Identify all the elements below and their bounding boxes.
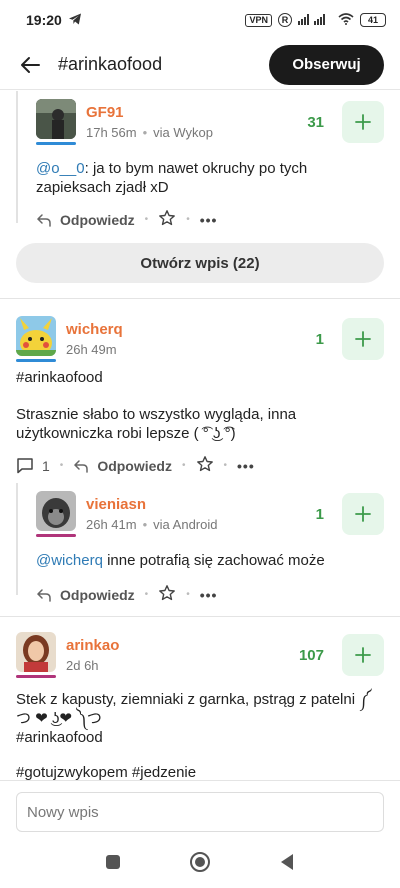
comment-vieniasn: vieniasn 26h 41m • via Android 1 @wicherq … bbox=[16, 483, 384, 603]
via-source: via Wykop bbox=[153, 125, 214, 140]
via-source: via Android bbox=[153, 517, 218, 532]
post-meta: 26h 49m bbox=[66, 342, 123, 357]
timestamp[interactable]: 26h 41m bbox=[86, 517, 137, 532]
app-header: #arinkaofood Obserwuj bbox=[0, 40, 400, 90]
upvote-button[interactable] bbox=[342, 634, 384, 676]
comment-actions: Odpowiedz • • ••• bbox=[36, 584, 384, 605]
reply-label: Odpowiedz bbox=[60, 586, 135, 603]
username[interactable]: wicherq bbox=[66, 321, 123, 338]
reply-icon bbox=[74, 459, 89, 473]
comment-body: inne potrafią się zachować może bbox=[102, 552, 325, 569]
battery-icon: 41 bbox=[360, 13, 386, 27]
avatar-wrap bbox=[36, 99, 76, 145]
username[interactable]: vieniasn bbox=[86, 496, 217, 513]
timestamp[interactable]: 2d 6h bbox=[66, 658, 99, 673]
comment-gf91: GF91 17h 56m • via Wykop 31 @o__0: ja to b… bbox=[16, 91, 384, 228]
comment-meta: 17h 56m • via Wykop bbox=[86, 125, 214, 140]
upvote-button[interactable] bbox=[342, 493, 384, 535]
back-arrow-icon[interactable] bbox=[18, 53, 42, 77]
wifi-icon bbox=[338, 12, 354, 28]
comment-icon bbox=[17, 458, 33, 474]
page-title: #arinkaofood bbox=[58, 54, 163, 74]
timestamp[interactable]: 26h 49m bbox=[66, 342, 117, 357]
comment-text: @o__0: ja to bym nawet okruchy po tych z… bbox=[36, 159, 336, 197]
reply-icon bbox=[36, 213, 51, 227]
avatar-color-line bbox=[16, 675, 56, 678]
status-bar: 19:20 VPN R 41 bbox=[0, 0, 400, 40]
signal-icon bbox=[298, 13, 332, 28]
divider bbox=[0, 298, 400, 299]
post-arinkao: arinkao 2d 6h 107 Stek z kapusty, ziemni… bbox=[16, 632, 384, 782]
timestamp[interactable]: 17h 56m bbox=[86, 125, 137, 140]
comments-count: 1 bbox=[42, 457, 50, 474]
recents-square-icon[interactable] bbox=[105, 854, 121, 875]
reply-button[interactable]: Odpowiedz bbox=[36, 587, 135, 603]
system-nav-bar bbox=[0, 840, 400, 888]
follow-button[interactable]: Obserwuj bbox=[269, 44, 384, 85]
open-entry-button[interactable]: Otwórz wpis (22) bbox=[16, 243, 384, 283]
new-entry-composer bbox=[16, 792, 384, 832]
more-options-icon[interactable]: ••• bbox=[200, 212, 218, 228]
avatar[interactable] bbox=[36, 99, 76, 139]
status-time: 19:20 bbox=[26, 12, 62, 28]
telegram-icon bbox=[68, 12, 82, 29]
star-icon[interactable] bbox=[196, 455, 214, 476]
vote-count: 1 bbox=[315, 505, 324, 523]
comments-button[interactable]: 1 bbox=[16, 457, 50, 474]
avatar-color-line bbox=[36, 142, 76, 145]
vote-count: 107 bbox=[298, 646, 324, 664]
reply-label: Odpowiedz bbox=[97, 457, 172, 474]
comment-meta: 26h 41m • via Android bbox=[86, 517, 218, 532]
hashtag-link[interactable]: #arinkaofood bbox=[16, 368, 384, 387]
star-icon[interactable] bbox=[158, 584, 176, 605]
avatar[interactable] bbox=[16, 316, 56, 356]
reply-icon bbox=[36, 588, 51, 602]
vote-count: 31 bbox=[307, 113, 324, 131]
divider bbox=[0, 616, 400, 617]
reply-button[interactable]: Odpowiedz bbox=[36, 212, 135, 228]
post-wicherq: wicherq 26h 49m 1 #arinkaofood Strasznie… bbox=[16, 316, 384, 476]
avatar[interactable] bbox=[36, 491, 76, 531]
post-meta: 2d 6h bbox=[66, 658, 119, 673]
comment-actions: Odpowiedz • • ••• bbox=[36, 209, 384, 230]
vpn-badge: VPN bbox=[245, 13, 272, 27]
home-circle-icon[interactable] bbox=[189, 851, 211, 878]
upvote-button[interactable] bbox=[342, 101, 384, 143]
registered-icon: R bbox=[278, 13, 292, 27]
hashtag-link[interactable]: #arinkaofood bbox=[16, 728, 384, 747]
avatar-color-line bbox=[16, 359, 56, 362]
reply-label: Odpowiedz bbox=[60, 211, 135, 228]
plus-icon bbox=[355, 331, 371, 347]
new-entry-input[interactable] bbox=[27, 803, 383, 821]
vote-count: 1 bbox=[315, 330, 324, 348]
username[interactable]: arinkao bbox=[66, 637, 119, 654]
composer-divider bbox=[0, 780, 400, 781]
upvote-button[interactable] bbox=[342, 318, 384, 360]
avatar[interactable] bbox=[16, 632, 56, 672]
back-triangle-icon[interactable] bbox=[279, 853, 295, 876]
mention-link[interactable]: @o__0 bbox=[36, 160, 85, 177]
avatar-color-line bbox=[36, 534, 76, 537]
reply-button[interactable]: Odpowiedz bbox=[73, 458, 172, 474]
plus-icon bbox=[355, 647, 371, 663]
plus-icon bbox=[355, 506, 371, 522]
star-icon[interactable] bbox=[158, 209, 176, 230]
comment-text: @wicherq inne potrafią się zachować może bbox=[36, 551, 384, 570]
more-options-icon[interactable]: ••• bbox=[200, 587, 218, 603]
post-text: Strasznie słabo to wszystko wygląda, inn… bbox=[16, 406, 297, 442]
plus-icon bbox=[355, 114, 371, 130]
post-actions: 1 • Odpowiedz • • ••• bbox=[16, 455, 384, 476]
username[interactable]: GF91 bbox=[86, 104, 213, 121]
post-text: Stek z kapusty, ziemniaki z garnka, pstr… bbox=[16, 691, 372, 727]
more-options-icon[interactable]: ••• bbox=[237, 458, 255, 474]
mention-link[interactable]: @wicherq bbox=[36, 552, 103, 569]
